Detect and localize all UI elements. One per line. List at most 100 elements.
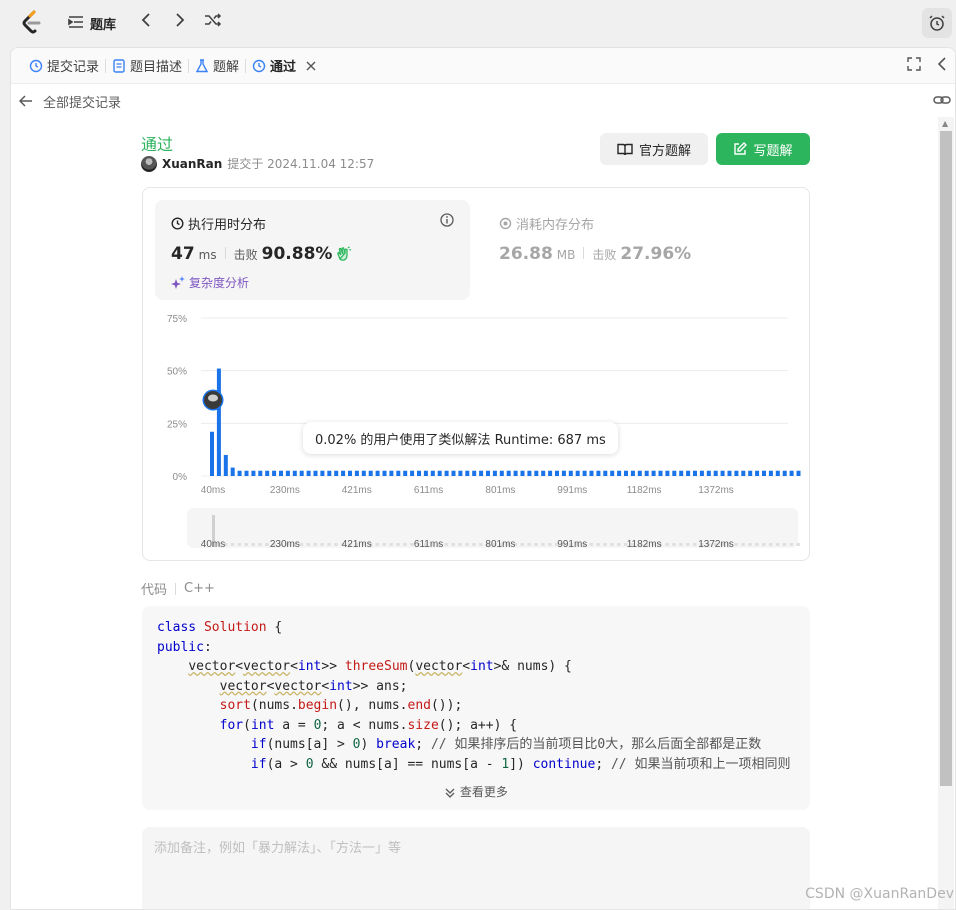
prev-problem-button[interactable]: [135, 12, 157, 31]
minimap-bar: [520, 543, 524, 546]
chart-bar: [555, 470, 559, 476]
minimap-bar: [403, 543, 407, 546]
code-language: C++: [184, 581, 215, 596]
code-header: 代码 C++: [141, 579, 215, 598]
code-block[interactable]: class Solution {public: vector<vector<in…: [142, 606, 810, 810]
note-textarea[interactable]: 添加备注，例如「暴力解法」、「方法一」等: [142, 827, 810, 909]
chart-bar: [403, 470, 408, 476]
code-label: 代码: [141, 583, 168, 598]
chart-bar: [637, 470, 642, 476]
x-tick-label: 230ms: [270, 485, 300, 496]
tab-accepted[interactable]: 通过: [246, 48, 322, 84]
chart-bar: [734, 470, 739, 476]
chart-bar: [506, 470, 511, 476]
minimap-bar: [693, 543, 697, 546]
scrollbar[interactable]: ▲: [938, 117, 954, 909]
chart-bar: [582, 470, 587, 476]
runtime-beat-value: 90.88%: [261, 244, 333, 264]
chart-bar: [444, 470, 449, 476]
minimap-tick-label: 991ms: [557, 539, 587, 550]
chart-tooltip: 0.02% 的用户使用了类似解法 Runtime: 687 ms: [303, 422, 618, 454]
minimap-bar: [472, 543, 476, 546]
scrollbar-thumb[interactable]: [940, 131, 952, 786]
minimap-bar: [327, 543, 331, 546]
code-header-divider: [175, 582, 177, 595]
minimap-bar: [306, 543, 311, 546]
chart-bar: [617, 470, 622, 476]
minimap-bar: [603, 543, 607, 546]
collapse-panel-icon[interactable]: [937, 57, 947, 75]
submission-status: 通过: [141, 135, 174, 154]
memory-box[interactable]: 消耗内存分布 26.88 MB 击败 27.96%: [483, 200, 793, 300]
chart-bar: [789, 470, 794, 476]
leetcode-logo-icon[interactable]: [20, 10, 44, 36]
chart-bar: [423, 470, 428, 476]
minimap-bar: [617, 543, 621, 546]
chart-bar: [603, 470, 608, 476]
chart-bar: [410, 470, 415, 476]
minimap-tick-label: 611ms: [414, 539, 443, 550]
share-link-icon[interactable]: [933, 93, 951, 111]
scroll-up-icon[interactable]: ▲: [942, 119, 948, 128]
chart-bar: [686, 470, 691, 476]
random-problem-button[interactable]: [202, 12, 224, 31]
y-tick-label: 0%: [173, 472, 188, 483]
chevron-right-icon: [176, 13, 185, 27]
chart-bar: [486, 470, 490, 476]
watermark: CSDN @XuanRanDev: [805, 886, 954, 902]
info-icon[interactable]: [440, 212, 454, 231]
minimap-bar: [334, 543, 338, 546]
x-tick-label: 611ms: [414, 485, 443, 496]
chart-bar: [465, 470, 470, 476]
username[interactable]: XuanRan: [162, 157, 222, 171]
chart-bar: [306, 470, 311, 476]
avatar[interactable]: [141, 155, 157, 172]
show-more-button[interactable]: 查看更多: [142, 783, 810, 800]
minimap-bar: [541, 543, 545, 546]
chart-bar: [492, 470, 497, 476]
tab-submissions[interactable]: 提交记录: [23, 48, 105, 84]
chart-bar: [727, 470, 732, 476]
back-arrow-icon[interactable]: [19, 95, 33, 107]
chart-bar: [548, 470, 553, 476]
tab-description[interactable]: 题目描述: [106, 48, 188, 84]
all-submissions-link[interactable]: 全部提交记录: [43, 92, 121, 111]
complexity-analysis-link[interactable]: 复杂度分析: [171, 274, 249, 291]
chart-bar: [285, 470, 290, 476]
minimap-bar: [589, 543, 593, 546]
fullscreen-icon[interactable]: [907, 57, 921, 75]
chart-bar: [679, 470, 684, 476]
write-solution-button[interactable]: 写题解: [716, 133, 810, 165]
chart-bar: [520, 470, 525, 476]
chart-bar: [768, 470, 773, 476]
chart-bar: [568, 470, 573, 476]
x-tick-label: 991ms: [557, 485, 587, 496]
runtime-title: 执行用时分布: [171, 214, 266, 233]
chart-bar: [720, 470, 725, 476]
timer-button[interactable]: [922, 8, 952, 38]
runtime-box[interactable]: 执行用时分布 47 ms 击败 90.88% 复杂度分析: [155, 200, 470, 300]
close-tab-icon[interactable]: [306, 61, 316, 71]
chart-bar: [458, 470, 463, 476]
chart-bar: [237, 470, 242, 476]
chart-bar: [596, 470, 601, 476]
code-line: sort(nums.begin(), nums.end());: [219, 698, 463, 713]
chart-bar: [782, 470, 787, 476]
flask-icon: [195, 58, 209, 73]
minimap-bar: [534, 543, 538, 546]
next-problem-button[interactable]: [169, 12, 191, 31]
x-tick-label: 1182ms: [627, 485, 662, 496]
chart-bar: [755, 470, 760, 476]
tab-solutions[interactable]: 题解: [189, 48, 245, 84]
minimap-bar: [396, 543, 400, 546]
official-solution-button[interactable]: 官方题解: [600, 133, 708, 165]
y-tick-label: 25%: [167, 419, 187, 430]
minimap-bar: [548, 543, 552, 546]
history-icon: [29, 59, 43, 73]
chart-bar: [258, 470, 263, 476]
chart-bar: [775, 470, 780, 476]
problem-list-button[interactable]: 题库: [68, 14, 116, 33]
minimap-tick-label: 1372ms: [698, 539, 734, 550]
minimap-bar: [596, 543, 600, 546]
chart-bar: [361, 470, 366, 476]
